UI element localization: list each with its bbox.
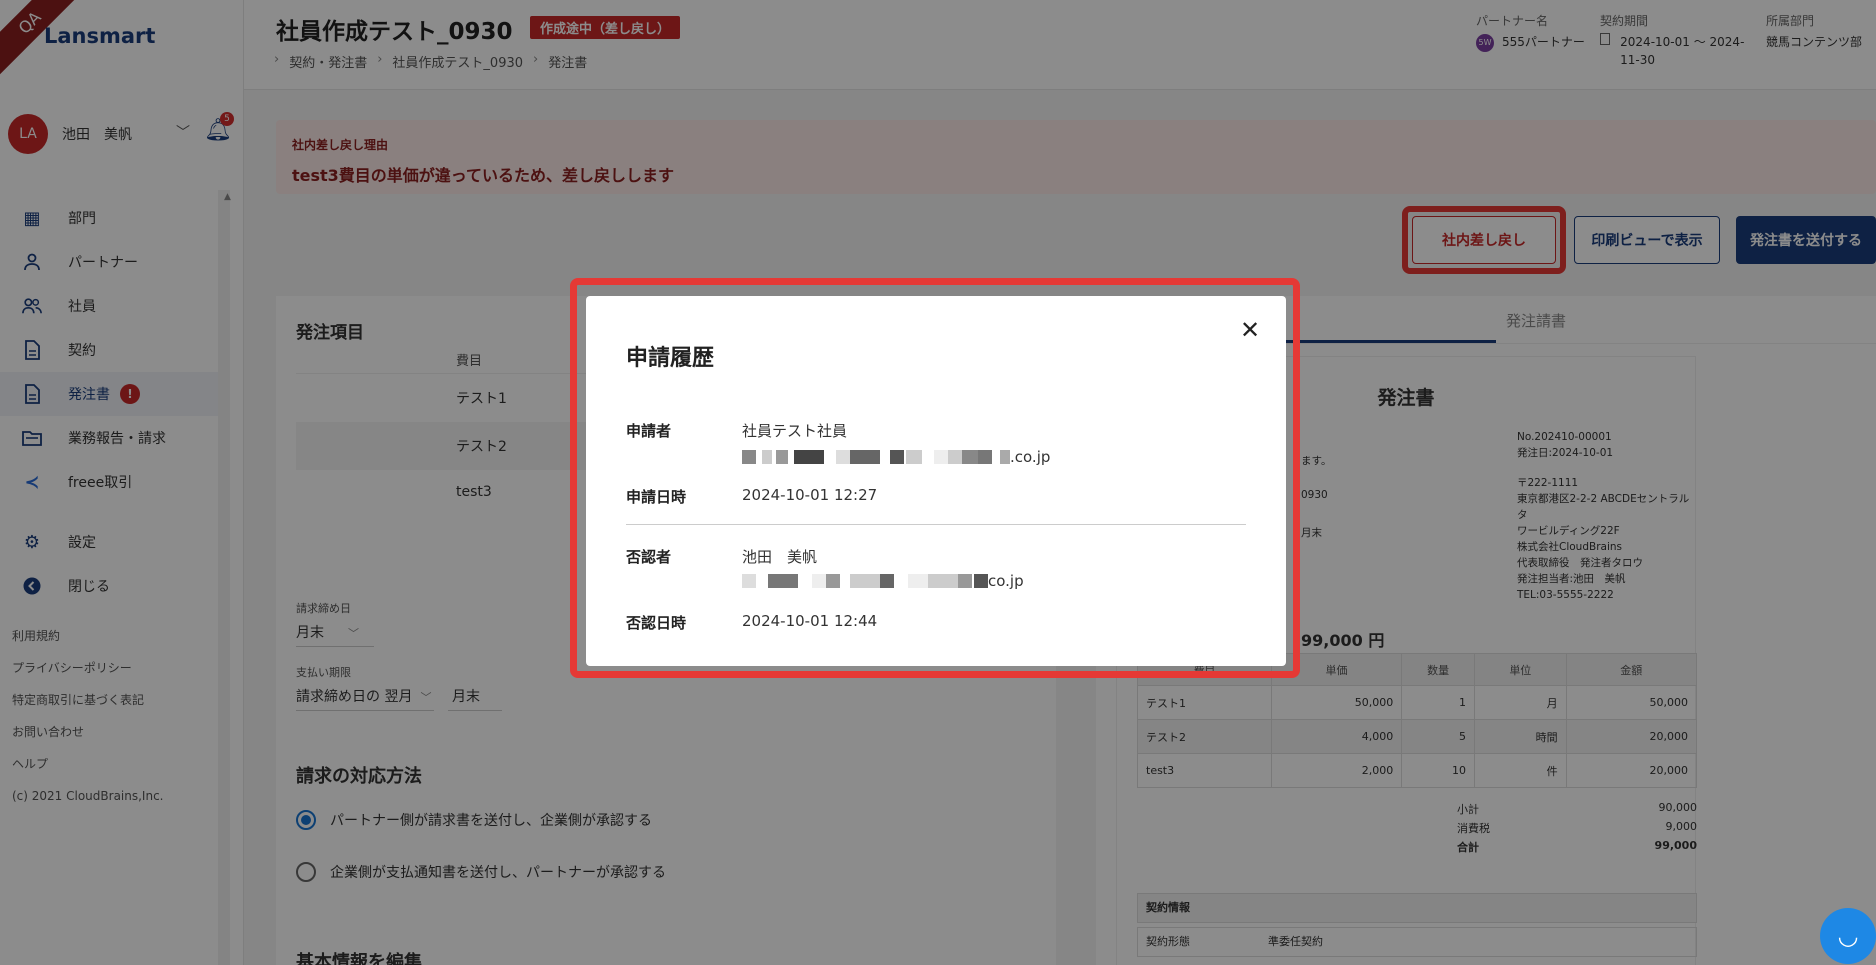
redacted-block <box>762 450 772 464</box>
redacted-block <box>934 450 948 464</box>
applicant-label: 申請者 <box>626 422 672 440</box>
redacted-block <box>880 574 894 588</box>
redacted-block <box>850 574 880 588</box>
redacted-block <box>768 574 798 588</box>
chat-support-button[interactable]: ◡ <box>1820 908 1876 964</box>
redacted-block <box>978 450 992 464</box>
applied-at-label: 申請日時 <box>626 488 687 506</box>
email-domain: .co.jp <box>1010 448 1051 466</box>
rejecter-email: co.jp <box>742 572 1024 590</box>
redacted-block <box>1000 450 1010 464</box>
redacted-block <box>958 574 972 588</box>
redacted-block <box>906 450 922 464</box>
redacted-block <box>962 450 978 464</box>
close-icon[interactable]: ✕ <box>1240 316 1260 344</box>
email-domain: co.jp <box>988 572 1024 590</box>
chat-icon: ◡ <box>1837 922 1859 950</box>
rejecter-name: 池田 美帆 <box>742 548 818 566</box>
rejected-at-label: 否認日時 <box>626 614 687 632</box>
modal-title: 申請履歴 <box>626 346 715 371</box>
redacted-block <box>890 450 904 464</box>
redacted-block <box>850 450 880 464</box>
redacted-block <box>928 574 958 588</box>
redacted-block <box>826 574 840 588</box>
redacted-block <box>776 450 788 464</box>
applied-at-value: 2024-10-01 12:27 <box>742 486 878 504</box>
redacted-block <box>948 450 962 464</box>
application-history-modal: 申請履歴 ✕ 申請者 社員テスト社員 .co.jp 申請日時 2024-10-0… <box>586 296 1286 666</box>
rejecter-label: 否認者 <box>626 548 672 566</box>
redacted-block <box>908 574 928 588</box>
redacted-block <box>974 574 988 588</box>
redacted-block <box>742 450 756 464</box>
redacted-block <box>812 574 826 588</box>
rejected-at-value: 2024-10-01 12:44 <box>742 612 878 630</box>
redacted-block <box>742 574 756 588</box>
redacted-block <box>794 450 824 464</box>
redacted-block <box>836 450 850 464</box>
applicant-email: .co.jp <box>742 448 1050 466</box>
divider <box>626 524 1246 525</box>
applicant-name: 社員テスト社員 <box>742 422 848 440</box>
